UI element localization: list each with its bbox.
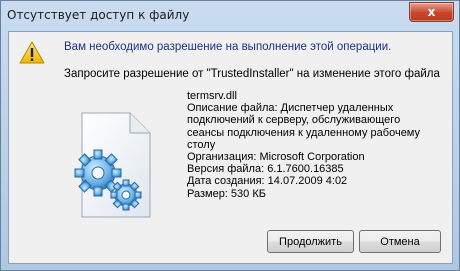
close-icon: x (427, 5, 436, 19)
secondary-instruction: Запросите разрешение от "TrustedInstalle… (64, 68, 440, 80)
main-instruction: Вам необходимо разрешение на выполнение … (64, 41, 392, 53)
window-title: Отсутствует доступ к файлу (7, 8, 190, 22)
warning-icon (19, 41, 45, 64)
continue-button[interactable]: Продолжить (267, 230, 354, 253)
file-description-line-4: столу (187, 138, 216, 151)
file-size: Размер: 530 КБ (187, 187, 266, 200)
cancel-button[interactable]: Отмена (359, 230, 441, 253)
file-name: termsrv.dll (187, 90, 237, 102)
file-info: termsrv.dll Описание файла: Диспетчер уд… (187, 90, 427, 200)
file-description-line-2: подключений к серверу, обслуживающего (187, 114, 401, 127)
dialog-content: Вам необходимо разрешение на выполнение … (8, 31, 453, 264)
title-bar[interactable]: Отсутствует доступ к файлу x (1, 1, 459, 31)
file-description-line-1: Описание файла: Диспетчер удаленных (187, 102, 394, 115)
file-gears-icon (74, 112, 151, 218)
close-button[interactable]: x (409, 2, 454, 22)
dialog-window: Отсутствует доступ к файлу x Вам необход… (0, 0, 460, 271)
file-description-line-3: сеансы подключения к удаленному рабочему (187, 126, 420, 139)
file-version: Версия файла: 6.1.7600.16385 (187, 163, 344, 176)
file-organization: Организация: Microsoft Corporation (187, 151, 365, 164)
file-created-date: Дата создания: 14.07.2009 4:02 (187, 175, 348, 188)
